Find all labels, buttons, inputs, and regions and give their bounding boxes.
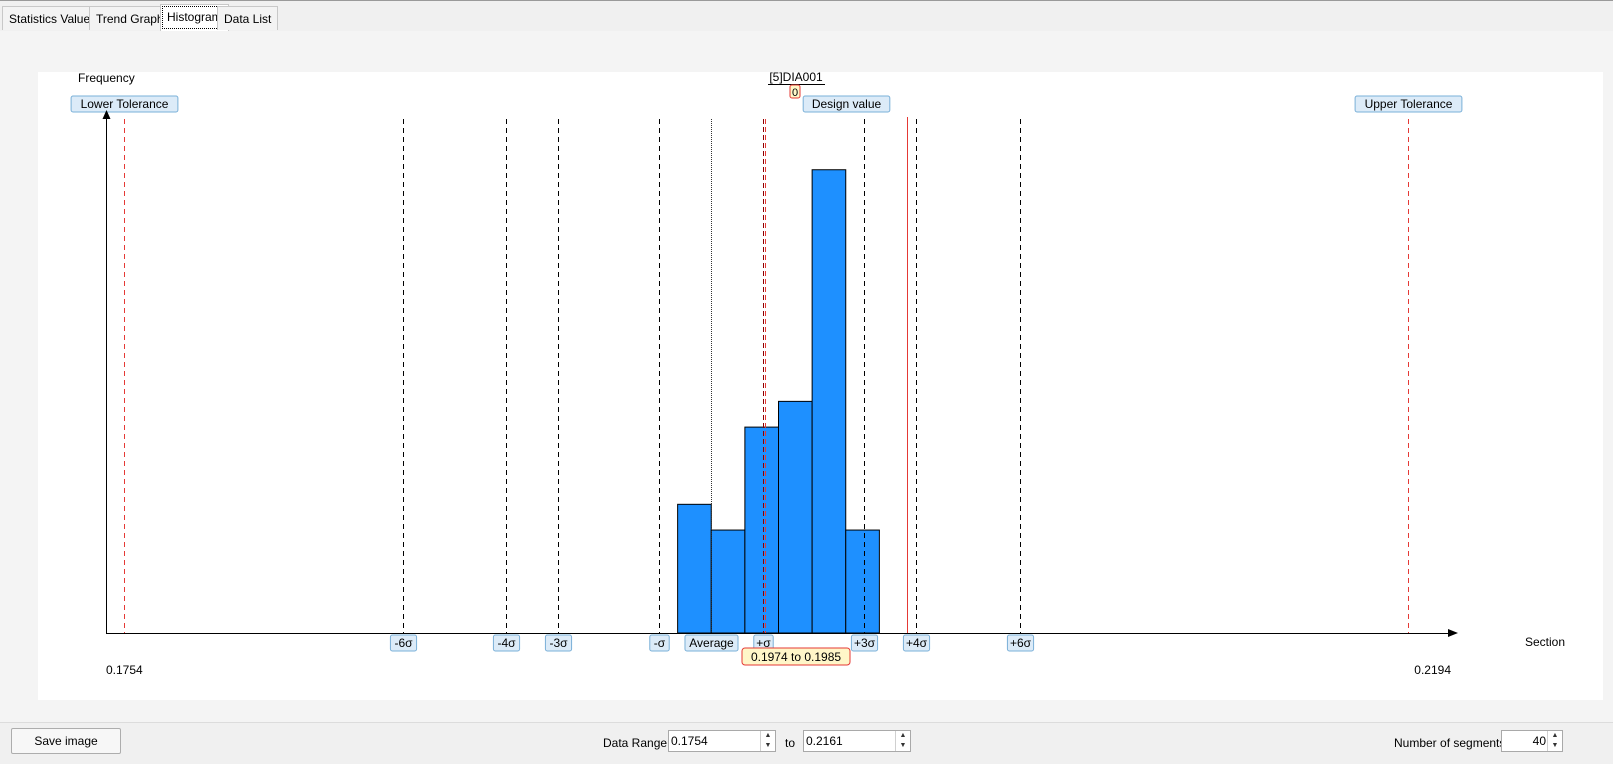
bottom-toolbar: Save image Data Range ▲ ▼ to ▲ ▼ Number …: [0, 722, 1613, 764]
ref-label-top: Upper Tolerance: [1365, 97, 1453, 111]
ref-label-bottom: -6σ: [394, 636, 413, 650]
chart-title-sub: 0: [792, 87, 798, 99]
spin-down-icon[interactable]: ▼: [896, 741, 910, 751]
histogram-bar: [710, 529, 746, 634]
chart-title: [5]DIA001: [769, 72, 823, 84]
ref-label-bottom: -4σ: [497, 636, 516, 650]
x-axis-arrow-icon: [1448, 629, 1458, 637]
histogram-bar: [744, 426, 779, 634]
ref-label-bottom: Average: [689, 636, 734, 650]
histogram-chart-area: Lower Tolerance Upper Tolerance Design val…: [38, 70, 1603, 700]
histogram-bar: [677, 503, 712, 634]
segments-arrows[interactable]: ▲ ▼: [1547, 731, 1562, 751]
histogram-bar: [778, 400, 813, 634]
spin-up-icon[interactable]: ▲: [761, 731, 775, 741]
spin-down-icon[interactable]: ▼: [1548, 741, 1562, 751]
ref-label-top: Lower Tolerance: [81, 97, 169, 111]
tab-bar: Statistics Values Trend Graph Histogram …: [0, 0, 1613, 33]
save-image-button[interactable]: Save image: [11, 728, 121, 754]
data-range-label: Data Range: [603, 736, 668, 750]
range-from-arrows[interactable]: ▲ ▼: [760, 731, 775, 751]
segments-label: Number of segments: [1394, 736, 1506, 750]
spin-up-icon[interactable]: ▲: [1548, 731, 1562, 741]
range-to-arrows[interactable]: ▲ ▼: [895, 731, 910, 751]
tab-statistics-values[interactable]: Statistics Values: [2, 6, 104, 30]
range-to-input[interactable]: [806, 733, 894, 749]
x-axis-title: Section: [1525, 635, 1565, 649]
histogram-bar: [845, 529, 880, 634]
tab-data-list[interactable]: Data List: [217, 6, 279, 30]
histogram-bar: [811, 169, 847, 634]
x-min-label: 0.1754: [106, 663, 143, 677]
segments-input[interactable]: [1504, 733, 1546, 749]
bin-tooltip: 0.1974 to 0.1985: [751, 650, 841, 664]
spin-up-icon[interactable]: ▲: [896, 731, 910, 741]
segments-spinbox[interactable]: ▲ ▼: [1501, 730, 1563, 752]
to-label: to: [785, 736, 796, 750]
ref-label-bottom: +4σ: [906, 636, 928, 650]
histogram-chart: Lower Tolerance Upper Tolerance Design val…: [70, 70, 1565, 677]
spin-down-icon[interactable]: ▼: [761, 741, 775, 751]
tab-trend-graph[interactable]: Trend Graph: [89, 6, 171, 30]
x-max-label: 0.2194: [1414, 663, 1451, 677]
ref-label-bottom: -3σ: [549, 636, 568, 650]
ref-label-bottom: -σ: [654, 636, 666, 650]
range-to-spinbox[interactable]: ▲ ▼: [803, 730, 911, 752]
range-from-spinbox[interactable]: ▲ ▼: [668, 730, 776, 752]
ref-label-bottom: +6σ: [1010, 636, 1032, 650]
ref-label-bottom: +3σ: [854, 636, 876, 650]
range-from-input[interactable]: [671, 733, 759, 749]
ref-label-top: Design value: [812, 97, 882, 111]
y-axis-title: Frequency: [78, 72, 135, 85]
